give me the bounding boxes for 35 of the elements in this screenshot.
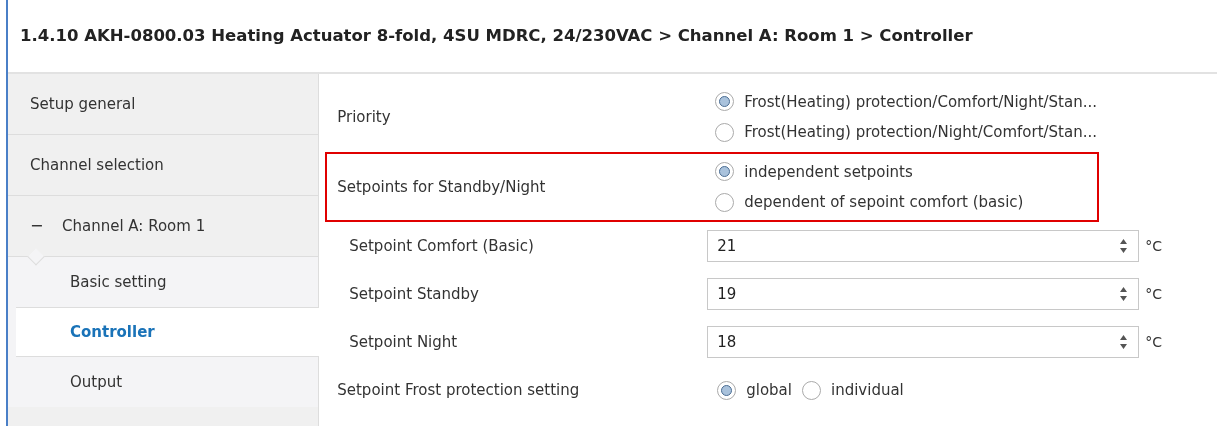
spinner-arrows-icon[interactable] xyxy=(1119,286,1129,302)
option-label: Frost(Heating) protection/Night/Comfort/Stan... xyxy=(744,122,1097,143)
nav-subitem[interactable]: Output xyxy=(8,357,319,407)
option-label: individual xyxy=(831,379,904,401)
nav-item[interactable]: Setup general xyxy=(30,92,136,116)
unit-label: °C xyxy=(1145,284,1162,304)
radio-button[interactable] xyxy=(715,92,735,112)
unit-label: °C xyxy=(1145,236,1162,256)
nav-item[interactable]: Channel selection xyxy=(30,153,164,177)
parameter-label: Setpoint Comfort (Basic) xyxy=(349,237,534,255)
spinner-arrows-icon[interactable] xyxy=(1119,334,1129,350)
radio-button[interactable] xyxy=(717,380,737,400)
radio-button[interactable] xyxy=(715,192,735,212)
parameter-label: Setpoint Standby xyxy=(349,285,479,303)
unit-label: °C xyxy=(1145,332,1162,352)
parameter-label: Priority xyxy=(337,108,391,126)
radio-button[interactable] xyxy=(802,380,821,400)
number-field[interactable]: 21 xyxy=(707,230,1140,262)
window-title: 1.4.10 AKH-0800.03 Heating Actuator 8-fold, 4SU MDRC, 24/230VAC > Channel A: Room 1 > Controller xyxy=(20,24,973,47)
collapse-toggle[interactable]: − xyxy=(30,214,42,238)
parameter-label: Setpoint Night xyxy=(349,333,458,351)
option-label: independent setpoints xyxy=(744,161,913,183)
nav-subitem[interactable]: Controller xyxy=(16,307,320,357)
radio-button[interactable] xyxy=(715,122,735,142)
number-field[interactable]: 18 xyxy=(707,326,1140,358)
parameter-label: Setpoint Frost protection setting xyxy=(337,381,580,399)
spinner-arrows-icon[interactable] xyxy=(1119,238,1129,254)
nav-item[interactable]: Channel A: Room 1 xyxy=(62,214,206,238)
radio-button[interactable] xyxy=(715,162,735,182)
option-label: Frost(Heating) protection/Comfort/Night/Stan... xyxy=(744,91,1097,113)
option-label: dependent of sepoint comfort (basic) xyxy=(744,192,1024,213)
number-field[interactable]: 19 xyxy=(707,278,1140,310)
nav-subitem[interactable]: Basic setting xyxy=(8,257,319,307)
option-label: global xyxy=(746,379,792,401)
parameter-label: Setpoints for Standby/Night xyxy=(337,178,546,196)
